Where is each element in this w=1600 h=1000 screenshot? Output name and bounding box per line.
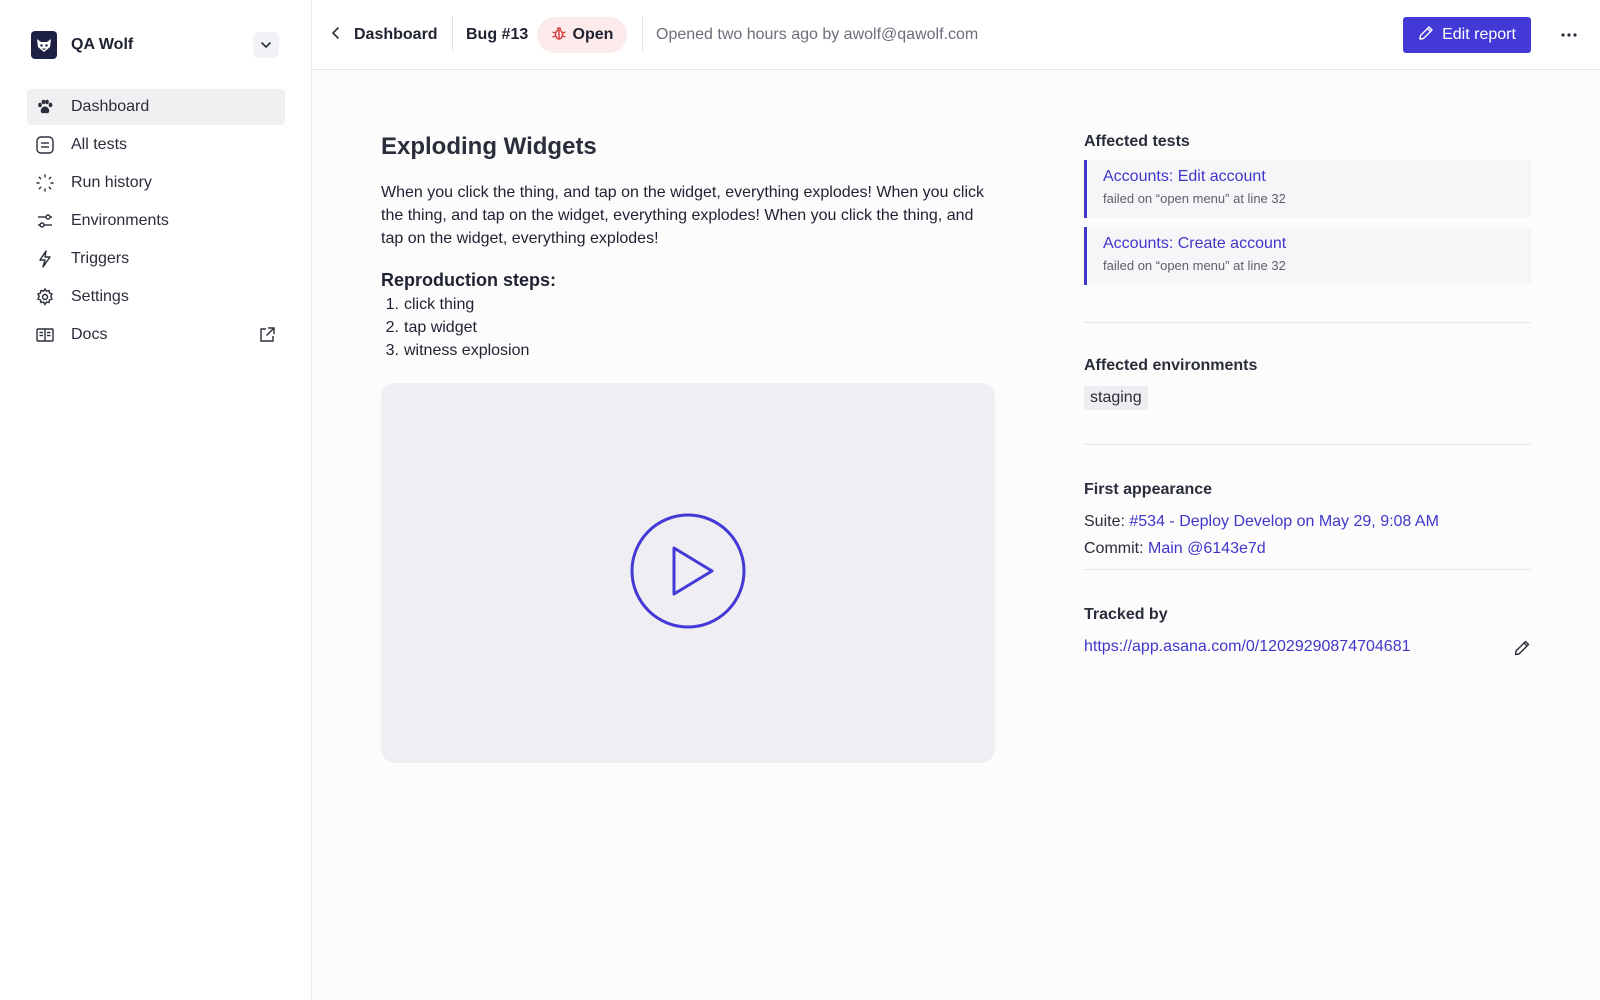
environment-tag: staging <box>1084 386 1148 410</box>
opened-by-text: Opened two hours ago by awolf@qawolf.com <box>656 26 979 43</box>
report-description: When you click the thing, and tap on the… <box>381 184 985 247</box>
commit-line: Commit: Main @6143e7d <box>1084 540 1266 558</box>
list-icon <box>35 135 55 155</box>
affected-tests-heading: Affected tests <box>1084 133 1190 150</box>
paw-icon <box>35 97 55 117</box>
workspace-switcher[interactable]: QA Wolf <box>31 30 281 60</box>
sidebar-item-label: Environments <box>71 212 169 229</box>
tracked-by-link[interactable]: https://app.asana.com/0/1202929087470468… <box>1084 638 1411 656</box>
reproduction-steps-list: 1. click thing 2. tap widget 3. witness exp… <box>381 293 530 362</box>
edit-tracking-pencil-icon[interactable] <box>1513 639 1531 657</box>
book-icon <box>35 325 55 345</box>
sidebar-item-triggers[interactable]: Triggers <box>27 241 285 277</box>
sliders-icon <box>35 211 55 231</box>
sidebar-item-run-history[interactable]: Run history <box>27 165 285 201</box>
report-title: Exploding Widgets <box>381 133 597 160</box>
edit-report-button[interactable]: Edit report <box>1403 17 1531 53</box>
more-options-icon[interactable] <box>1555 23 1583 47</box>
status-badge: Open <box>537 17 627 53</box>
divider <box>1084 322 1531 323</box>
sidebar-nav: Dashboard All tests Run history Environm… <box>27 89 285 355</box>
sidebar-item-label: All tests <box>71 136 128 153</box>
list-item: 2. tap widget <box>385 319 477 336</box>
affected-test-card[interactable]: Accounts: Edit account failed on “open m… <box>1084 160 1531 218</box>
sidebar-item-label: Run history <box>71 174 152 191</box>
sidebar-item-label: Docs <box>71 326 108 343</box>
top-bar: Dashboard Bug #13 Open Opened two hours … <box>312 0 1600 70</box>
lightning-icon <box>35 249 55 269</box>
affected-test-detail: failed on “open menu” at line 32 <box>1103 191 1286 206</box>
sidebar-item-environments[interactable]: Environments <box>27 203 285 239</box>
sidebar: QA Wolf Dashboard All tests Run history … <box>0 0 312 1000</box>
tracked-by-heading: Tracked by <box>1084 606 1168 623</box>
commit-label: Commit: <box>1084 540 1144 557</box>
chevron-left-icon <box>330 26 342 45</box>
status-label: Open <box>572 26 614 43</box>
reproduction-steps-heading: Reproduction steps: <box>381 270 557 290</box>
suite-link[interactable]: #534 - Deploy Develop on May 29, 9:08 AM <box>1129 513 1439 530</box>
sidebar-item-docs[interactable]: Docs <box>27 317 285 353</box>
divider <box>1084 444 1531 445</box>
chevron-down-icon[interactable] <box>253 32 279 58</box>
sidebar-item-settings[interactable]: Settings <box>27 279 285 315</box>
bug-icon <box>551 25 567 46</box>
suite-line: Suite: #534 - Deploy Develop on May 29, … <box>1084 513 1439 531</box>
sidebar-item-label: Settings <box>71 288 129 305</box>
suite-label: Suite: <box>1084 513 1125 530</box>
list-item: 3. witness explosion <box>385 342 530 359</box>
affected-test-detail: failed on “open menu” at line 32 <box>1103 258 1286 273</box>
edit-report-label: Edit report <box>1442 26 1516 43</box>
first-appearance-heading: First appearance <box>1084 481 1213 498</box>
external-link-icon[interactable] <box>257 325 277 345</box>
affected-environments-heading: Affected environments <box>1084 357 1258 374</box>
loading-dots-icon <box>35 173 55 193</box>
sidebar-item-all-tests[interactable]: All tests <box>27 127 285 163</box>
video-player[interactable] <box>381 383 995 763</box>
breadcrumb-dashboard: Dashboard <box>354 26 438 43</box>
affected-test-link[interactable]: Accounts: Create account <box>1103 235 1286 253</box>
commit-link[interactable]: Main @6143e7d <box>1148 540 1266 557</box>
bug-id: Bug #13 <box>466 26 529 43</box>
divider <box>1084 569 1531 570</box>
play-icon[interactable] <box>628 511 748 636</box>
affected-test-link[interactable]: Accounts: Edit account <box>1103 168 1266 186</box>
pencil-icon <box>1418 25 1434 46</box>
divider <box>452 16 453 52</box>
bug-report-content: Exploding Widgets When you click the thi… <box>312 71 1600 1000</box>
back-to-dashboard-link[interactable]: Dashboard <box>330 18 438 52</box>
affected-test-card[interactable]: Accounts: Create account failed on “open… <box>1084 227 1531 285</box>
sidebar-item-label: Dashboard <box>71 98 150 115</box>
workspace-name: QA Wolf <box>71 36 134 53</box>
list-item: 1. click thing <box>385 296 475 313</box>
divider <box>642 16 643 52</box>
sidebar-item-dashboard[interactable]: Dashboard <box>27 89 285 125</box>
gear-icon <box>35 287 55 307</box>
qa-wolf-logo-icon <box>31 31 57 59</box>
sidebar-item-label: Triggers <box>71 250 130 267</box>
